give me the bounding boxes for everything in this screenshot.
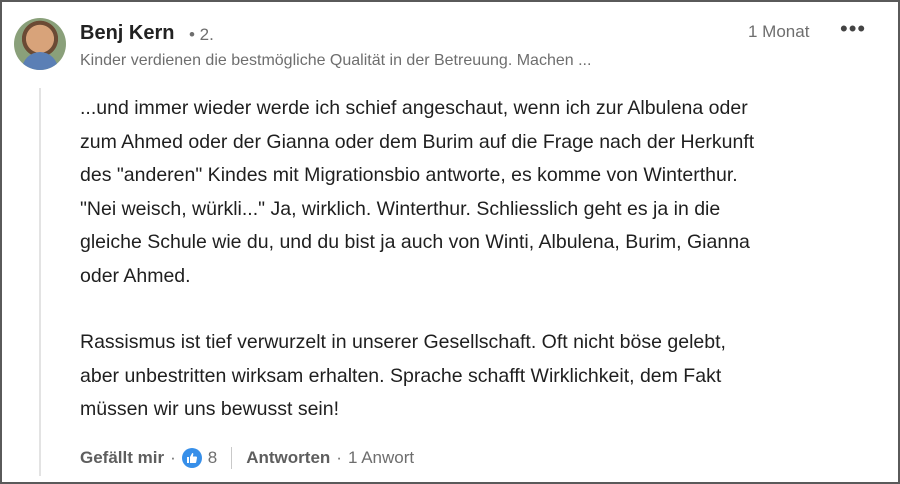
comment-paragraph-1: ...und immer wieder werde ich schief ang… — [80, 92, 880, 293]
thumbs-up-icon[interactable] — [181, 448, 202, 468]
avatar[interactable] — [14, 18, 66, 70]
comment-line: gleiche Schule wie du, und du bist ja au… — [80, 231, 750, 253]
author-headline: Kinder verdienen die bestmögliche Qualit… — [80, 52, 592, 69]
thread-line — [39, 88, 41, 476]
comment-line: ...und immer wieder werde ich schief ang… — [80, 97, 748, 119]
action-divider — [231, 447, 233, 469]
comment-body: ...und immer wieder werde ich schief ang… — [80, 92, 880, 427]
avatar-body — [22, 52, 58, 70]
comment-paragraph-2: Rassismus ist tief verwurzelt in unserer… — [80, 326, 880, 427]
reply-count[interactable]: 1 Anwort — [348, 448, 414, 468]
comment-actions: Gefällt mir · 8 Antworten · 1 Anwort — [80, 444, 414, 472]
like-count[interactable]: 8 — [208, 448, 217, 468]
like-button[interactable]: Gefällt mir — [80, 448, 164, 468]
comment-line: des "anderen" Kindes mit Migrationsbio a… — [80, 164, 738, 186]
comment-line: oder Ahmed. — [80, 264, 191, 287]
connection-degree: • 2. — [189, 25, 214, 44]
reply-button[interactable]: Antworten — [246, 448, 330, 468]
thumbs-up-glyph — [186, 453, 197, 463]
comment-line: Rassismus ist tief verwurzelt in unserer… — [80, 331, 726, 353]
comment-line: "Nei weisch, würkli..." Ja, wirklich. Wi… — [80, 197, 721, 220]
author-name[interactable]: Benj Kern — [80, 22, 174, 45]
more-options-icon[interactable]: ••• — [840, 16, 866, 42]
separator-dot: · — [336, 448, 342, 467]
comment-line: aber unbestritten wirksam erhalten. Spra… — [80, 364, 722, 387]
separator-dot: · — [170, 448, 176, 467]
comment-card: Benj Kern • 2. Kinder verdienen die best… — [0, 0, 900, 484]
comment-line: zum Ahmed oder der Gianna oder dem Burim… — [80, 130, 755, 153]
comment-line: müssen wir uns bewusst sein! — [80, 398, 340, 420]
comment-timestamp: 1 Monat — [748, 22, 810, 41]
